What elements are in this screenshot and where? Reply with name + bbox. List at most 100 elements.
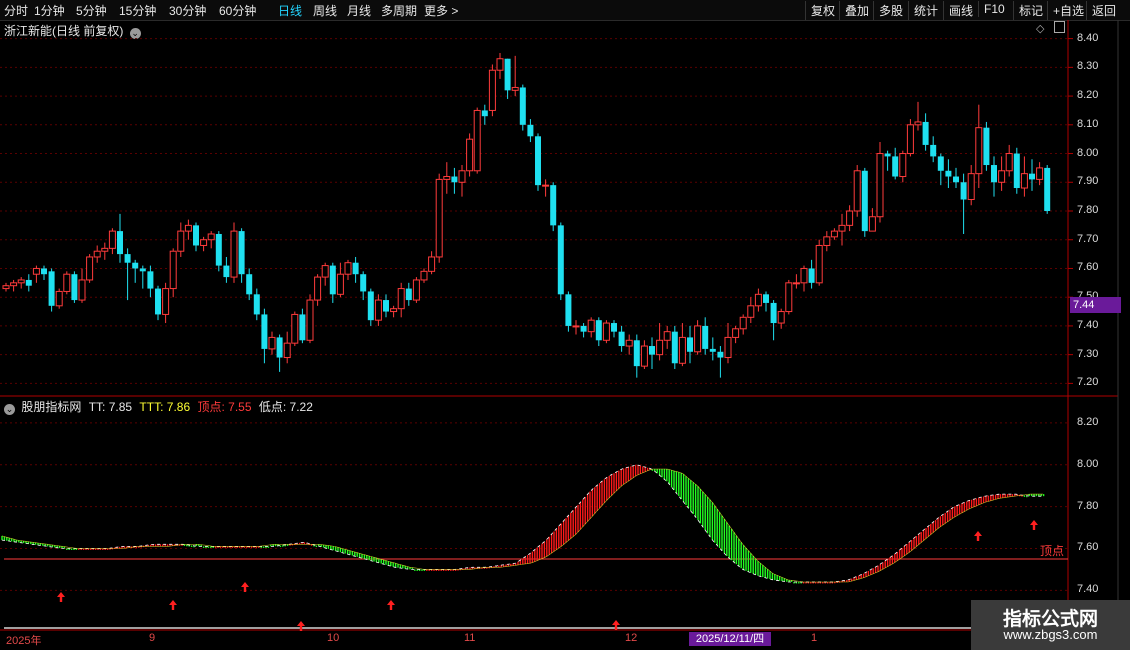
x-label-9: 9 xyxy=(149,632,156,644)
candle-body xyxy=(800,267,808,284)
candle-body xyxy=(93,250,101,258)
candle-body xyxy=(945,170,952,177)
candle-body xyxy=(177,230,185,252)
candle-body xyxy=(687,337,693,352)
candle-body xyxy=(155,288,161,315)
candle-body xyxy=(215,233,222,266)
candle-body xyxy=(117,231,123,255)
candle-body xyxy=(238,231,245,275)
candle-body xyxy=(428,256,436,272)
candle-body xyxy=(671,331,678,364)
candle-body xyxy=(276,337,283,358)
candle-body xyxy=(78,279,86,301)
candle-body xyxy=(625,339,633,347)
candle-body xyxy=(694,325,702,353)
candle-body xyxy=(815,244,823,284)
candle-body xyxy=(739,316,747,330)
candle-body xyxy=(527,124,534,137)
candle-body xyxy=(572,325,580,328)
ttt-line xyxy=(1,468,1043,583)
candle-body xyxy=(899,153,907,178)
candle-body xyxy=(602,322,610,341)
candle-body xyxy=(299,314,306,341)
candle-body xyxy=(397,288,405,310)
candle-body xyxy=(663,331,671,341)
ind-y-tick-label: 7.80 xyxy=(1077,499,1099,512)
y-tick-label: 7.40 xyxy=(1077,318,1099,331)
crosshair-date: 2025/12/11/四 xyxy=(689,632,771,646)
candle-body xyxy=(124,254,131,263)
candle-body xyxy=(253,294,260,315)
candle-body xyxy=(390,308,398,313)
y-tick-label: 8.00 xyxy=(1077,146,1099,159)
up-arrow-icon xyxy=(169,600,177,610)
candle-body xyxy=(86,256,94,281)
candle-body xyxy=(611,323,617,332)
candle-body xyxy=(998,170,1006,183)
candle-body xyxy=(511,86,519,91)
up-arrow-icon xyxy=(241,582,249,592)
top-line-label: 顶点 xyxy=(1040,544,1065,558)
y-tick-label: 7.70 xyxy=(1077,232,1099,245)
candle-body xyxy=(1005,153,1013,172)
candle-body xyxy=(25,279,32,286)
candle-body xyxy=(314,276,322,301)
candle-body xyxy=(32,267,40,275)
candle-body xyxy=(892,156,899,177)
candle-body xyxy=(876,153,884,218)
candle-body xyxy=(420,270,428,281)
candle-body xyxy=(443,176,451,180)
ind-y-tick-label: 7.40 xyxy=(1077,583,1099,596)
candle-body xyxy=(747,305,755,318)
candle-body xyxy=(702,325,709,349)
candle-body xyxy=(352,262,359,275)
candle-body xyxy=(230,230,238,278)
candle-body xyxy=(519,87,526,125)
x-label-2025: 2025年 xyxy=(6,635,42,647)
candle-body xyxy=(10,282,18,287)
ind-y-tick-label: 8.20 xyxy=(1077,415,1099,428)
candle-body xyxy=(41,268,47,275)
candle-body xyxy=(922,121,929,145)
candle-body xyxy=(838,224,846,232)
x-label-1: 1 xyxy=(811,632,818,644)
candle-body xyxy=(71,274,78,301)
candle-body xyxy=(724,336,732,359)
up-arrow-icon xyxy=(387,600,395,610)
candle-body xyxy=(884,153,891,157)
candle-body xyxy=(481,110,488,117)
candle-body xyxy=(535,136,541,186)
candle-body xyxy=(1044,167,1051,211)
candle-body xyxy=(200,239,208,246)
candle-body xyxy=(914,121,922,126)
candle-body xyxy=(496,58,504,71)
candle-body xyxy=(412,279,420,301)
candle-body xyxy=(656,339,664,356)
candle-body xyxy=(846,210,854,226)
candle-body xyxy=(101,247,109,252)
candle-body xyxy=(640,345,648,367)
candle-body xyxy=(906,124,914,155)
candle-body xyxy=(374,299,382,321)
candle-body xyxy=(458,170,466,183)
kline-chart[interactable] xyxy=(0,0,1130,650)
y-tick-label: 8.40 xyxy=(1077,31,1099,44)
candle-body xyxy=(785,282,793,313)
candle-body xyxy=(367,291,374,321)
candle-body xyxy=(473,109,481,172)
candle-body xyxy=(861,170,868,232)
candle-body xyxy=(853,170,861,212)
candle-body xyxy=(383,300,389,312)
candle-body xyxy=(268,336,276,350)
candle-body xyxy=(633,340,640,367)
ind-y-tick-label: 7.60 xyxy=(1077,541,1099,554)
y-tick-label: 7.90 xyxy=(1077,175,1099,188)
y-tick-label: 8.20 xyxy=(1077,89,1099,102)
candle-body xyxy=(792,282,800,285)
candle-body xyxy=(550,185,557,226)
candle-body xyxy=(975,127,983,175)
candle-body xyxy=(1036,167,1044,180)
candle-body xyxy=(557,225,564,295)
x-label-12: 12 xyxy=(625,632,638,644)
candle-body xyxy=(344,262,352,275)
